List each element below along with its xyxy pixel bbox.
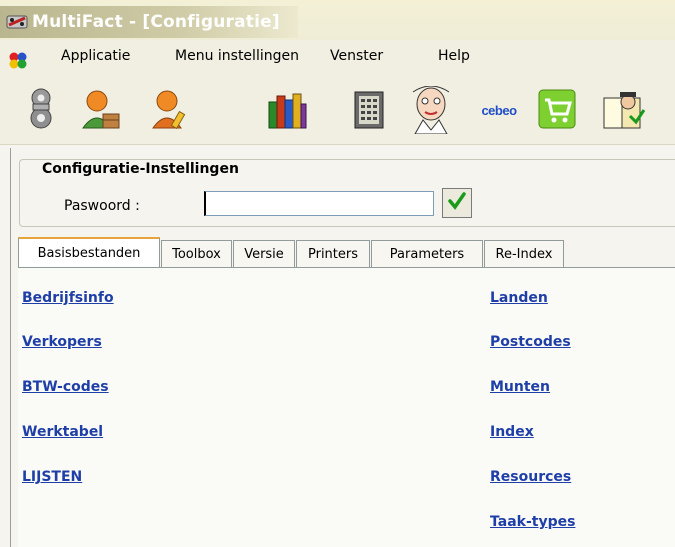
window-title: MultiFact - [Configuratie] (32, 12, 280, 32)
tab-toolbox[interactable]: Toolbox (161, 240, 232, 267)
confirm-button[interactable] (442, 188, 472, 218)
tab-parameters[interactable]: Parameters (371, 240, 483, 267)
person-face-icon[interactable] (408, 84, 454, 136)
link-postcodes[interactable]: Postcodes (490, 334, 571, 350)
shopping-cart-icon[interactable] (534, 84, 580, 136)
password-input[interactable] (204, 191, 434, 216)
tab-versie[interactable]: Versie (233, 240, 295, 267)
tab-panel-basisbestanden (18, 268, 675, 547)
link-resources[interactable]: Resources (490, 469, 571, 485)
link-index[interactable]: Index (490, 424, 534, 440)
cebeo-label: cebeo (481, 102, 517, 118)
toolbar: cebeo (0, 78, 675, 145)
books-icon[interactable] (264, 84, 310, 136)
link-taak-types[interactable]: Taak-types (490, 514, 575, 530)
checkmark-icon (447, 191, 467, 215)
link-werktabel[interactable]: Werktabel (22, 424, 103, 440)
reader-book-icon[interactable] (600, 84, 646, 136)
menu-applicatie[interactable]: Applicatie (61, 48, 130, 64)
settings-bolts-icon[interactable] (18, 84, 64, 136)
menu-help[interactable]: Help (438, 48, 470, 64)
tab-basisbestanden[interactable]: Basisbestanden (18, 237, 160, 267)
password-label: Paswoord : (64, 198, 140, 214)
link-btw-codes[interactable]: BTW-codes (22, 379, 109, 395)
cebeo-logo-icon[interactable]: cebeo (469, 84, 529, 136)
user-edit-icon[interactable] (148, 84, 194, 136)
tab-printers[interactable]: Printers (296, 240, 370, 267)
configuration-settings-group: Configuratie-Instellingen Paswoord : (19, 159, 675, 227)
calculator-notebook-icon[interactable] (346, 84, 392, 136)
group-label: Configuratie-Instellingen (38, 161, 243, 177)
link-landen[interactable]: Landen (490, 290, 548, 306)
tab-re-index[interactable]: Re-Index (484, 240, 564, 267)
menu-bar: Applicatie Menu instellingen Venster Hel… (0, 40, 675, 78)
link-verkopers[interactable]: Verkopers (22, 334, 102, 350)
link-lijsten[interactable]: LIJSTEN (22, 469, 82, 485)
user-package-icon[interactable] (78, 84, 124, 136)
menu-instellingen[interactable]: Menu instellingen (175, 48, 299, 64)
menu-venster[interactable]: Venster (330, 48, 383, 64)
app-icon (6, 13, 28, 31)
title-bar: MultiFact - [Configuratie] (0, 0, 675, 40)
app-logo-icon[interactable] (8, 51, 28, 69)
link-munten[interactable]: Munten (490, 379, 550, 395)
link-bedrijfsinfo[interactable]: Bedrijfsinfo (22, 290, 114, 306)
